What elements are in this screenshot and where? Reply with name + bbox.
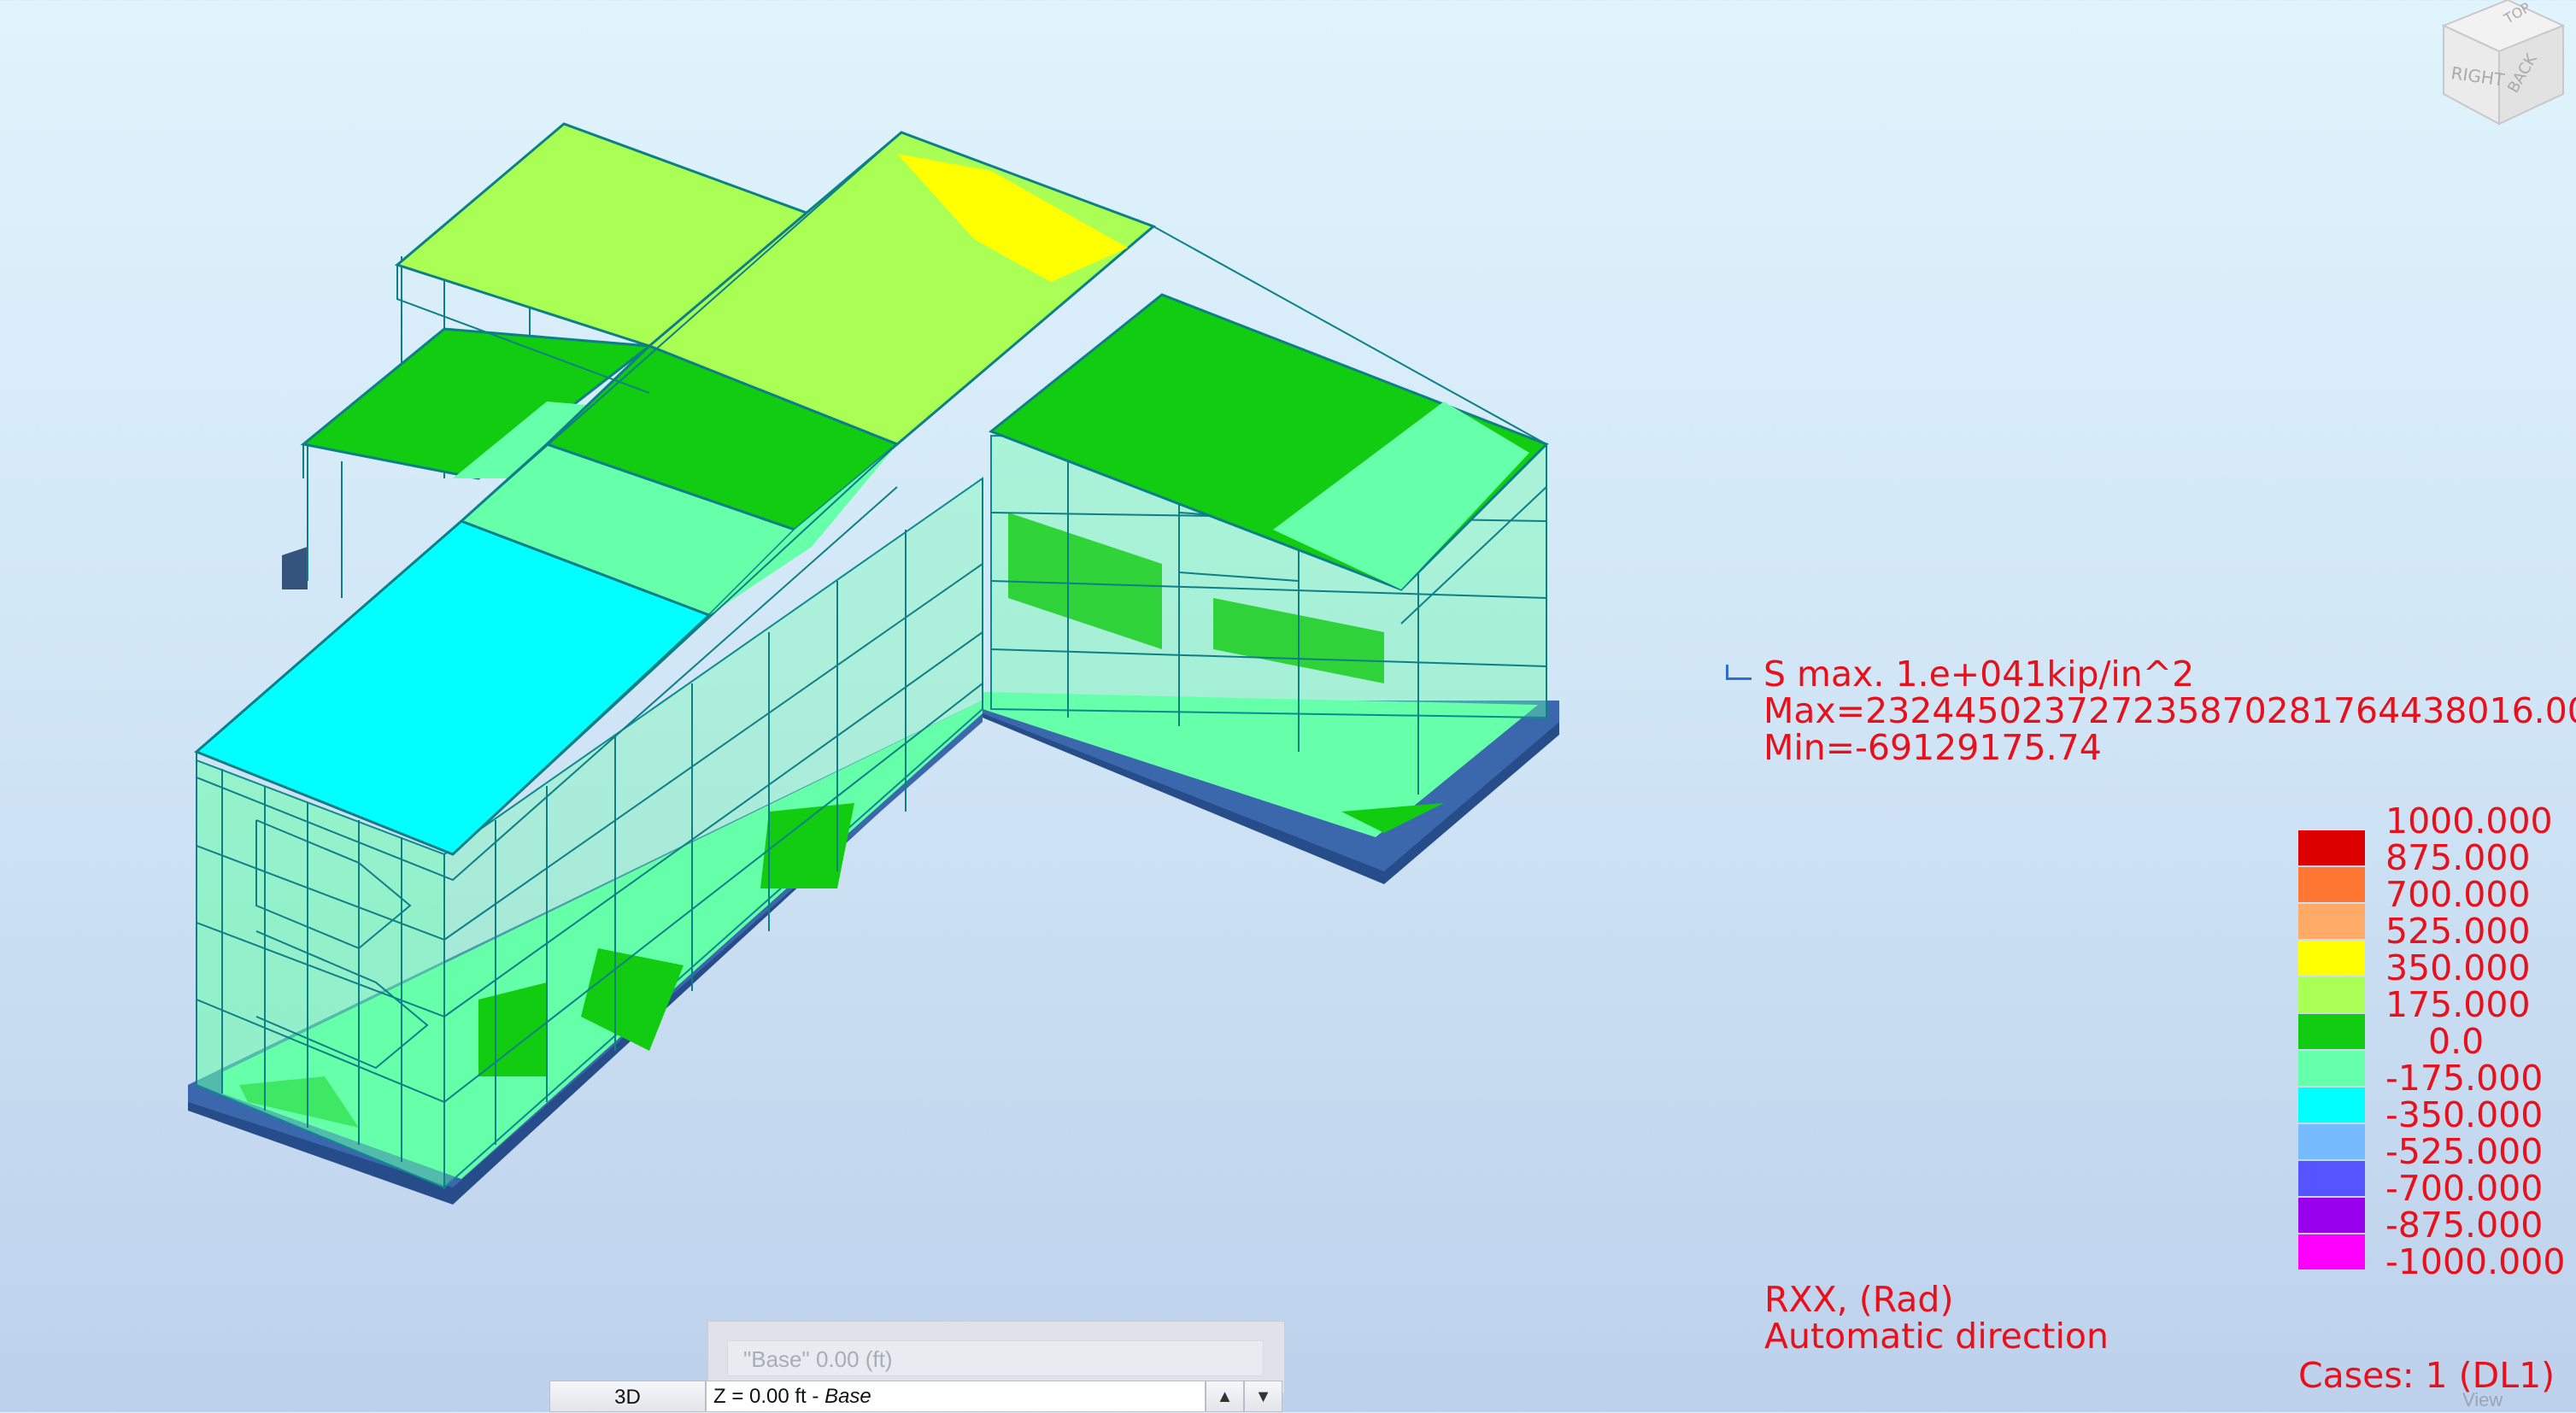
stress-min: Min=-69129175.74 [1763,727,2102,768]
legend-label: 175.000 [2385,984,2531,1025]
legend-label: 350.000 [2385,947,2531,988]
legend-label: -875.000 [2385,1205,2544,1246]
level-up-button[interactable]: ▲ [1206,1381,1244,1412]
stress-title: S max. 1.e+041kip/in^2 [1763,654,2195,695]
legend-swatch [2298,1161,2365,1196]
legend-swatch [2298,1088,2365,1123]
3d-model-view[interactable] [0,0,1623,1239]
legend-label: -1000.000 [2385,1241,2566,1282]
level-name: Base [824,1385,871,1408]
legend-swatch [2298,977,2365,1012]
legend-label: -700.000 [2385,1168,2544,1209]
view-selector-bar: 3D Z = 0.00 ft - Base ▲ ▼ [549,1381,1284,1412]
legend-swatch [2298,1051,2365,1086]
selection-bracket-icon [1726,665,1752,680]
legend-swatch [2298,1234,2365,1269]
level-down-button[interactable]: ▼ [1244,1381,1282,1412]
legend-label: 700.000 [2385,874,2531,915]
tab-3d[interactable]: 3D [549,1381,706,1412]
view-caption: View [2462,1389,2503,1410]
result-direction: Automatic direction [1764,1316,2109,1357]
cases-label: Cases: 1 (DL1) [2298,1355,2555,1396]
legend-swatch [2298,1014,2365,1049]
legend-swatch [2298,1198,2365,1233]
legend-label: 875.000 [2385,837,2531,878]
legend-swatch [2298,867,2365,902]
stress-max: Max=2324450237272358702817644380​16.00 [1763,690,2576,731]
view-cube[interactable]: TOP RIGHT BACK [2426,0,2576,128]
legend-swatch [2298,904,2365,939]
stress-info: S max. 1.e+041kip/in^2 Max=2324450237272… [1726,656,2576,766]
level-select[interactable]: Z = 0.00 ft - Base [706,1381,1206,1412]
result-component: RXX, (Rad) [1764,1279,1954,1320]
legend-swatch [2298,941,2365,976]
legend-label: -525.000 [2385,1131,2544,1172]
legend-swatch [2298,830,2365,865]
legend-label: -350.000 [2385,1094,2544,1135]
legend-label: -175.000 [2385,1058,2544,1099]
level-input[interactable]: "Base" 0.00 (ft) [727,1340,1264,1376]
legend-swatch [2298,1124,2365,1159]
result-info: RXX, (Rad) Automatic direction [1764,1281,2109,1355]
legend-label: 525.000 [2385,911,2531,952]
legend-label: 1000.000 [2385,800,2553,841]
level-prefix: Z = 0.00 ft - [713,1385,825,1408]
legend-label: 0.0 [2428,1021,2485,1062]
